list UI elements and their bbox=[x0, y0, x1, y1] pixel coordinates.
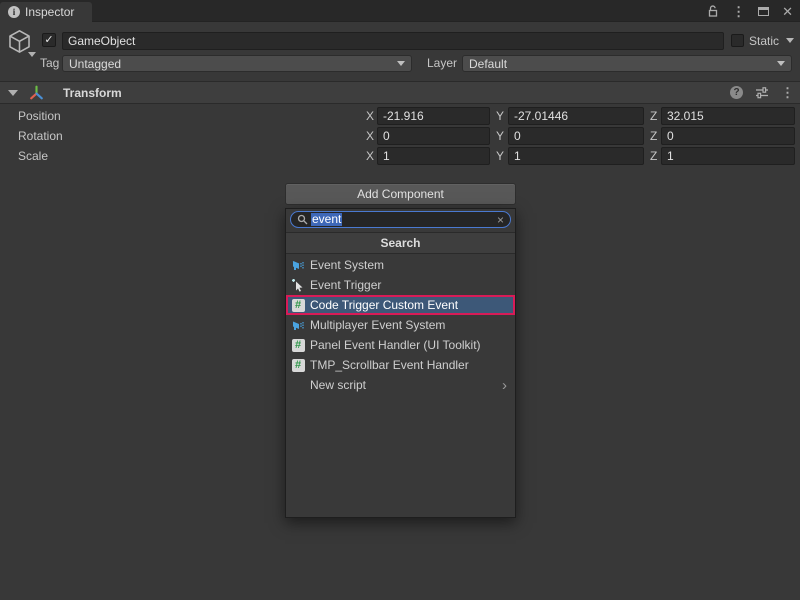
position-row: Position X Y Z bbox=[0, 107, 800, 127]
event-system-icon bbox=[291, 318, 305, 332]
list-item-event-trigger[interactable]: Event Trigger bbox=[286, 275, 515, 295]
add-component-label: Add Component bbox=[357, 187, 444, 201]
list-item-event-system[interactable]: Event System bbox=[286, 255, 515, 275]
search-input[interactable]: event × bbox=[290, 211, 511, 228]
static-checkbox[interactable] bbox=[731, 34, 744, 47]
list-item-label: New script bbox=[310, 378, 366, 392]
presets-icon[interactable] bbox=[755, 86, 769, 99]
component-menu-icon[interactable]: ⋮ bbox=[781, 86, 794, 99]
row-label: Position bbox=[18, 109, 61, 123]
foldout-arrow-icon[interactable] bbox=[8, 90, 18, 96]
inspector-window: i Inspector ⋮ ✕ ✓ Static Tag Untagged L bbox=[0, 0, 800, 600]
check-icon: ✓ bbox=[44, 35, 53, 46]
axis-z-label: Z bbox=[650, 109, 657, 123]
layer-label: Layer bbox=[427, 55, 457, 72]
position-y-input[interactable] bbox=[508, 107, 644, 125]
search-text-selected: event bbox=[311, 213, 342, 226]
search-section-title: Search bbox=[380, 236, 420, 250]
axis-x-label: X bbox=[366, 109, 374, 123]
axis-x-label: X bbox=[366, 149, 374, 163]
layer-dropdown[interactable]: Default bbox=[462, 55, 792, 72]
list-item-label: Event Trigger bbox=[310, 278, 381, 292]
list-item-label: TMP_Scrollbar Event Handler bbox=[310, 358, 469, 372]
help-icon[interactable]: ? bbox=[730, 86, 743, 99]
axis-x-label: X bbox=[366, 129, 374, 143]
position-x-input[interactable] bbox=[377, 107, 490, 125]
empty-icon-slot bbox=[291, 378, 305, 392]
window-controls: ⋮ ✕ bbox=[707, 0, 793, 22]
tab-menu-icon[interactable]: ⋮ bbox=[732, 5, 745, 18]
component-list: Event System Event Trigger # Code Trigge… bbox=[286, 255, 515, 395]
rotation-z-input[interactable] bbox=[661, 127, 795, 145]
list-item-panel-event-handler[interactable]: # Panel Event Handler (UI Toolkit) bbox=[286, 335, 515, 355]
tab-bar: i Inspector ⋮ ✕ bbox=[0, 0, 800, 22]
chevron-down-icon bbox=[777, 61, 785, 66]
list-item-label: Code Trigger Custom Event bbox=[310, 298, 458, 312]
list-item-label: Panel Event Handler (UI Toolkit) bbox=[310, 338, 481, 352]
list-item-tmp-scrollbar-event-handler[interactable]: # TMP_Scrollbar Event Handler bbox=[286, 355, 515, 375]
row-label: Scale bbox=[18, 149, 48, 163]
scale-x-input[interactable] bbox=[377, 147, 490, 165]
add-component-popup: event × Search Event System bbox=[285, 208, 516, 518]
tag-label: Tag bbox=[40, 55, 59, 72]
lock-icon[interactable] bbox=[707, 5, 719, 18]
position-z-input[interactable] bbox=[661, 107, 795, 125]
active-checkbox[interactable]: ✓ bbox=[42, 33, 56, 47]
list-item-label: Event System bbox=[310, 258, 384, 272]
transform-header[interactable]: Transform ? ⋮ bbox=[0, 81, 800, 104]
scale-z-input[interactable] bbox=[661, 147, 795, 165]
gameobject-name-input[interactable] bbox=[62, 32, 724, 50]
row-label: Rotation bbox=[18, 129, 63, 143]
clear-search-icon[interactable]: × bbox=[497, 214, 504, 226]
script-icon: # bbox=[291, 298, 305, 312]
maximize-icon[interactable] bbox=[758, 7, 769, 16]
rotation-x-input[interactable] bbox=[377, 127, 490, 145]
tab-title: Inspector bbox=[25, 5, 74, 19]
search-section-header: Search bbox=[286, 232, 515, 254]
component-title: Transform bbox=[63, 86, 122, 100]
add-component-button[interactable]: Add Component bbox=[285, 183, 516, 205]
tag-value: Untagged bbox=[69, 57, 121, 71]
list-item-new-script[interactable]: New script › bbox=[286, 375, 515, 395]
axis-z-label: Z bbox=[650, 149, 657, 163]
axis-y-label: Y bbox=[496, 149, 504, 163]
event-system-icon bbox=[291, 258, 305, 272]
tag-dropdown[interactable]: Untagged bbox=[62, 55, 412, 72]
gameobject-icon-caret[interactable] bbox=[28, 52, 36, 57]
list-item-multiplayer-event-system[interactable]: Multiplayer Event System bbox=[286, 315, 515, 335]
submenu-arrow-icon: › bbox=[502, 378, 507, 393]
chevron-down-icon bbox=[397, 61, 405, 66]
info-icon: i bbox=[8, 6, 20, 18]
script-icon: # bbox=[291, 338, 305, 352]
axis-z-label: Z bbox=[650, 129, 657, 143]
scale-y-input[interactable] bbox=[508, 147, 644, 165]
event-trigger-icon bbox=[291, 278, 305, 292]
scale-row: Scale X Y Z bbox=[0, 147, 800, 167]
script-icon: # bbox=[291, 358, 305, 372]
rotation-row: Rotation X Y Z bbox=[0, 127, 800, 147]
list-item-label: Multiplayer Event System bbox=[310, 318, 445, 332]
list-item-code-trigger-custom-event[interactable]: # Code Trigger Custom Event bbox=[286, 295, 515, 315]
rotation-y-input[interactable] bbox=[508, 127, 644, 145]
transform-icon bbox=[28, 84, 45, 101]
axis-y-label: Y bbox=[496, 129, 504, 143]
axis-y-label: Y bbox=[496, 109, 504, 123]
search-icon bbox=[297, 214, 308, 225]
static-label: Static bbox=[749, 34, 779, 48]
close-icon[interactable]: ✕ bbox=[782, 5, 793, 18]
layer-value: Default bbox=[469, 57, 507, 71]
tab-inspector[interactable]: i Inspector bbox=[0, 2, 92, 22]
static-dropdown-caret[interactable] bbox=[786, 38, 794, 43]
